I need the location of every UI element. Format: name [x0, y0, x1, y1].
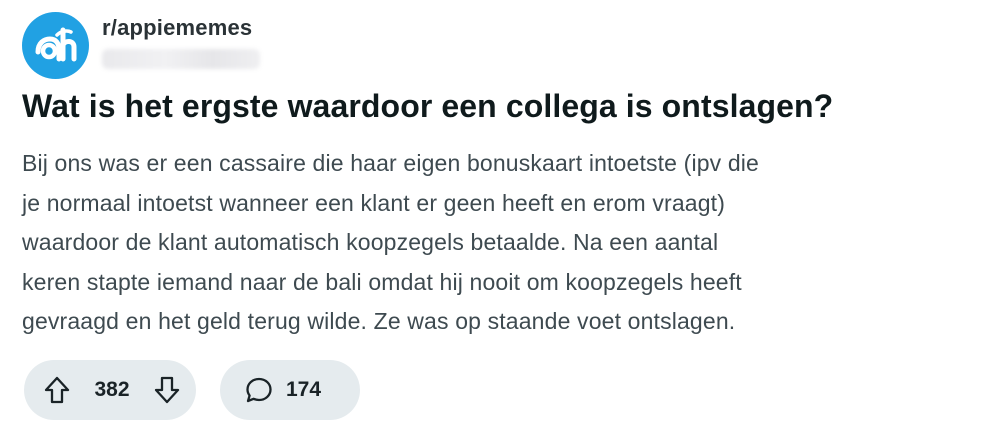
blurred-username	[102, 49, 260, 69]
comments-button[interactable]: 174	[220, 360, 360, 420]
vote-pill: 382	[24, 360, 196, 420]
post-card: r/appiememes Wat is het ergste waardoor …	[0, 0, 990, 438]
post-body-line: gevraagd en het geld terug wilde. Ze was…	[22, 308, 736, 334]
post-body-line: je normaal intoetst wanneer een klant er…	[22, 189, 726, 216]
comment-count: 174	[286, 378, 322, 401]
post-title[interactable]: Wat is het ergste waardoor een collega i…	[22, 88, 833, 125]
subreddit-avatar[interactable]	[22, 12, 89, 79]
post-body-line: keren stapte iemand naar de bali omdat h…	[22, 268, 742, 295]
speech-bubble-icon	[244, 375, 274, 405]
arrow-up-icon[interactable]	[42, 375, 72, 405]
post-body-line: Bij ons was er een cassaire die haar eig…	[22, 150, 759, 176]
post-body-line: waardoor de klant automatisch koopzegels…	[22, 229, 719, 255]
post-actions: 382 174	[24, 360, 360, 420]
subreddit-name[interactable]: r/appiememes	[102, 15, 260, 41]
arrow-down-icon[interactable]	[152, 375, 182, 405]
post-header: r/appiememes	[22, 12, 260, 79]
albert-heijn-logo-icon	[33, 26, 79, 66]
post-body: Bij ons was er een cassaire die haar eig…	[22, 144, 962, 342]
post-meta: r/appiememes	[102, 12, 260, 69]
upvote-count: 382	[94, 378, 130, 401]
